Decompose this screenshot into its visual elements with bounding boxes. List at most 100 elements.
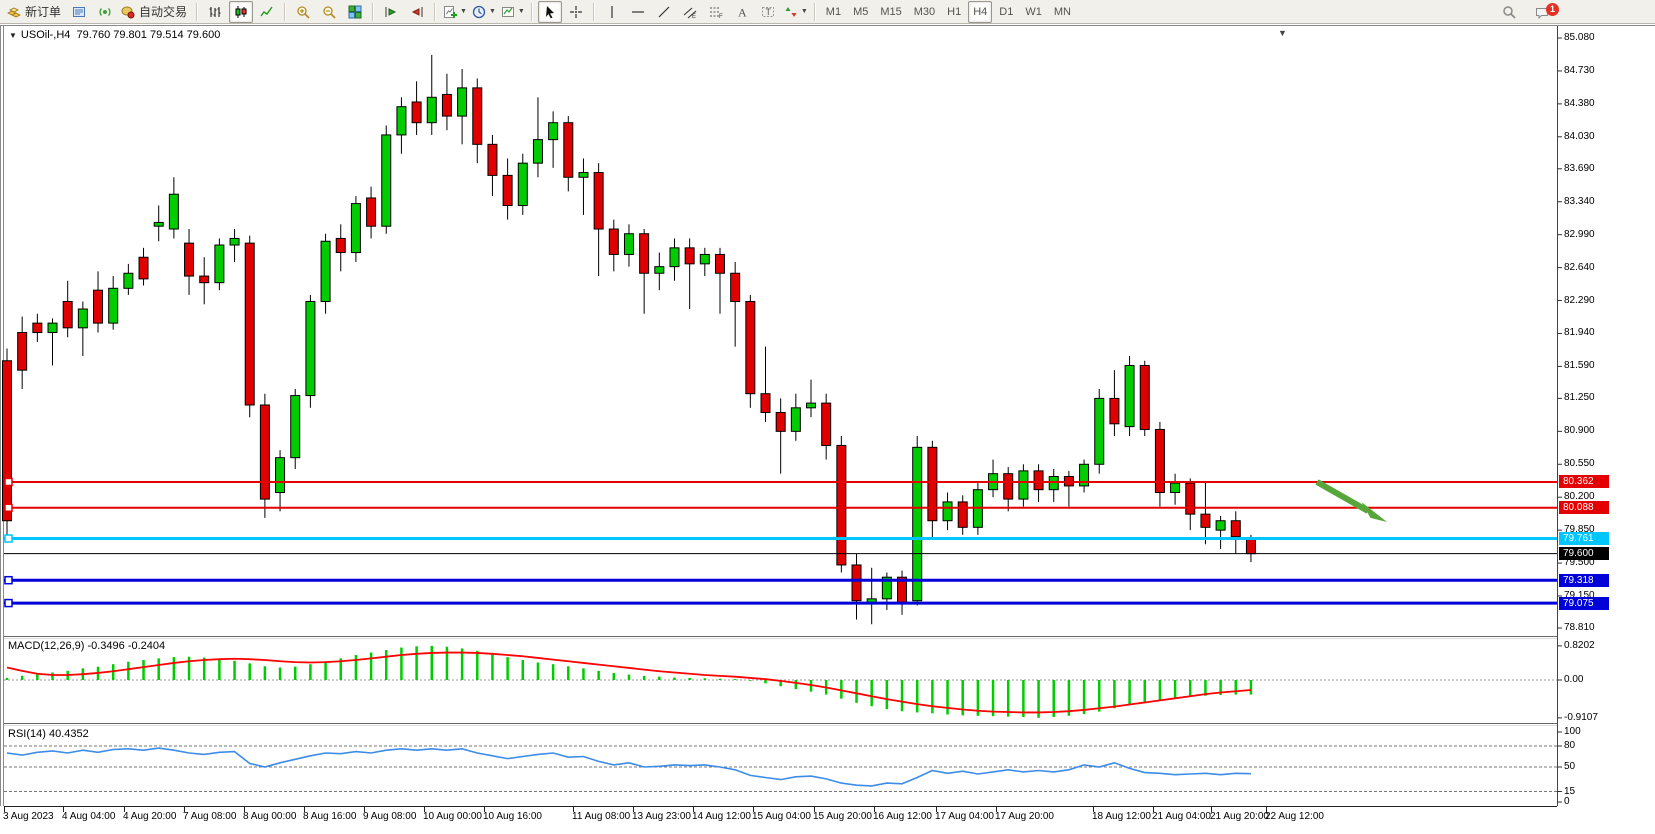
toolbar-button-label: M5 [849, 6, 872, 18]
rsi-tick-label: 0 [1564, 796, 1570, 807]
trendline-icon [656, 4, 672, 20]
toolbar-group: 新订单 自动交易 [4, 0, 192, 24]
text-button[interactable]: A [730, 1, 754, 23]
bar-chart-icon [207, 4, 223, 20]
bar-chart-button[interactable] [203, 1, 227, 23]
timeframe-h1[interactable]: H1 [942, 1, 966, 23]
toolbar-separator [814, 3, 816, 21]
time-axis-label: 7 Aug 08:00 [183, 811, 236, 822]
timeframe-m1[interactable]: M1 [821, 1, 846, 23]
chart-symbol-period: USOil-,H4 [21, 29, 71, 41]
tile-windows-button[interactable] [343, 1, 367, 23]
macd-tick-label: 0.8202 [1564, 640, 1595, 651]
line-handle[interactable] [5, 600, 12, 607]
time-axis-label: 11 Aug 08:00 [572, 811, 630, 822]
chevron-down-icon: ▼ [801, 8, 808, 15]
level-price-tag: 79.075 [1559, 597, 1609, 610]
line-handle[interactable] [5, 577, 12, 584]
price-tick-label: 80.900 [1564, 425, 1595, 436]
toolbar-group: ▼▼▼ [440, 0, 527, 24]
zoom-in-button[interactable] [291, 1, 315, 23]
level-price-tag: 80.088 [1559, 501, 1609, 514]
rsi-tick-label: 80 [1564, 740, 1575, 751]
quotes-button[interactable] [67, 1, 91, 23]
toolbar-button-label: H1 [943, 6, 965, 18]
timeframe-w1[interactable]: W1 [1020, 1, 1047, 23]
chart-canvas [0, 25, 1655, 834]
signals-button[interactable] [93, 1, 117, 23]
new-order-button[interactable]: 新订单 [5, 1, 65, 23]
quotes-icon [71, 4, 87, 20]
toolbar-separator [196, 3, 198, 21]
line-chart-button[interactable] [255, 1, 279, 23]
timeframe-m5[interactable]: M5 [848, 1, 873, 23]
chart-shift-marker-icon[interactable]: ▼ [1278, 28, 1287, 38]
price-tick-label: 80.550 [1564, 458, 1595, 469]
chat-button[interactable]: 1 [1530, 1, 1554, 23]
vertical-line-button[interactable] [600, 1, 624, 23]
toolbar-button-label: H4 [969, 6, 991, 18]
fibonacci-button[interactable]: F [704, 1, 728, 23]
mt4-window: 新订单自动交易▼▼▼EFAT▼M1M5M15M30H1H4D1W1MN1 ▼US… [0, 0, 1655, 834]
candle-chart-button[interactable] [229, 1, 253, 23]
crosshair-button[interactable] [564, 1, 588, 23]
timeframe-m30[interactable]: M30 [909, 1, 940, 23]
time-axis-label: 8 Aug 00:00 [243, 811, 296, 822]
toolbar-button-label: W1 [1021, 6, 1046, 18]
time-axis-label: 21 Aug 04:00 [1152, 811, 1211, 822]
cursor-button[interactable] [538, 1, 562, 23]
chart-title: ▼USOil-,H4 79.760 79.801 79.514 79.600 [9, 29, 220, 41]
svg-text:E: E [692, 14, 696, 20]
chart-window: ▼USOil-,H4 79.760 79.801 79.514 79.600 ▼… [0, 25, 1655, 834]
new-chart-button[interactable]: ▼ [441, 1, 468, 23]
time-axis-label: 17 Aug 20:00 [995, 811, 1054, 822]
period-icon [471, 4, 487, 20]
price-tick-label: 83.340 [1564, 196, 1595, 207]
line-handle[interactable] [5, 535, 12, 542]
chart-shift-button[interactable] [405, 1, 429, 23]
svg-text:A: A [738, 5, 747, 19]
line-handle[interactable] [5, 478, 12, 485]
chart-collapse-icon[interactable]: ▼ [9, 31, 17, 40]
time-axis-label: 22 Aug 12:00 [1265, 811, 1324, 822]
timeframe-h4[interactable]: H4 [968, 1, 992, 23]
crosshair-icon [568, 4, 584, 20]
rsi-tick-label: 50 [1564, 761, 1575, 772]
timeframe-m15[interactable]: M15 [875, 1, 906, 23]
line-handle[interactable] [5, 504, 12, 511]
timeframe-mn[interactable]: MN [1049, 1, 1076, 23]
templates-button[interactable]: ▼ [499, 1, 526, 23]
arrows-button[interactable]: ▼ [782, 1, 809, 23]
price-tick-label: 82.640 [1564, 262, 1595, 273]
toolbar-right-group: 1 [1489, 1, 1555, 23]
toolbar-group [537, 0, 589, 24]
autotrade-button[interactable]: 自动交易 [119, 1, 191, 23]
time-axis-label: 17 Aug 04:00 [935, 811, 994, 822]
new-order-icon [6, 4, 22, 20]
search-button[interactable] [1497, 1, 1521, 23]
macd-tick-label: -0.9107 [1564, 712, 1598, 723]
horizontal-line-button[interactable] [626, 1, 650, 23]
time-axis-label: 21 Aug 20:00 [1210, 811, 1269, 822]
toolbar-button-label: 自动交易 [136, 3, 190, 20]
toolbar-separator [284, 3, 286, 21]
periods-button[interactable]: ▼ [470, 1, 497, 23]
price-tick-label: 85.080 [1564, 32, 1595, 43]
macd-indicator-label: MACD(12,26,9) -0.3496 -0.2404 [8, 640, 165, 652]
trendline-button[interactable] [652, 1, 676, 23]
timeframe-d1[interactable]: D1 [994, 1, 1018, 23]
autotrade-icon [120, 4, 136, 20]
text-label-button[interactable]: T [756, 1, 780, 23]
equidistant-channel-button[interactable]: E [678, 1, 702, 23]
zoom-in-icon [295, 4, 311, 20]
cursor-icon [542, 4, 558, 20]
price-tick-label: 81.940 [1564, 327, 1595, 338]
chevron-down-icon: ▼ [489, 8, 496, 15]
search-icon [1501, 4, 1517, 20]
zoom-out-button[interactable] [317, 1, 341, 23]
price-tick-label: 83.690 [1564, 163, 1595, 174]
time-axis-label: 16 Aug 12:00 [873, 811, 932, 822]
auto-scroll-button[interactable] [379, 1, 403, 23]
shapes-icon [783, 4, 799, 20]
macd-tick-label: 0.00 [1564, 674, 1583, 685]
